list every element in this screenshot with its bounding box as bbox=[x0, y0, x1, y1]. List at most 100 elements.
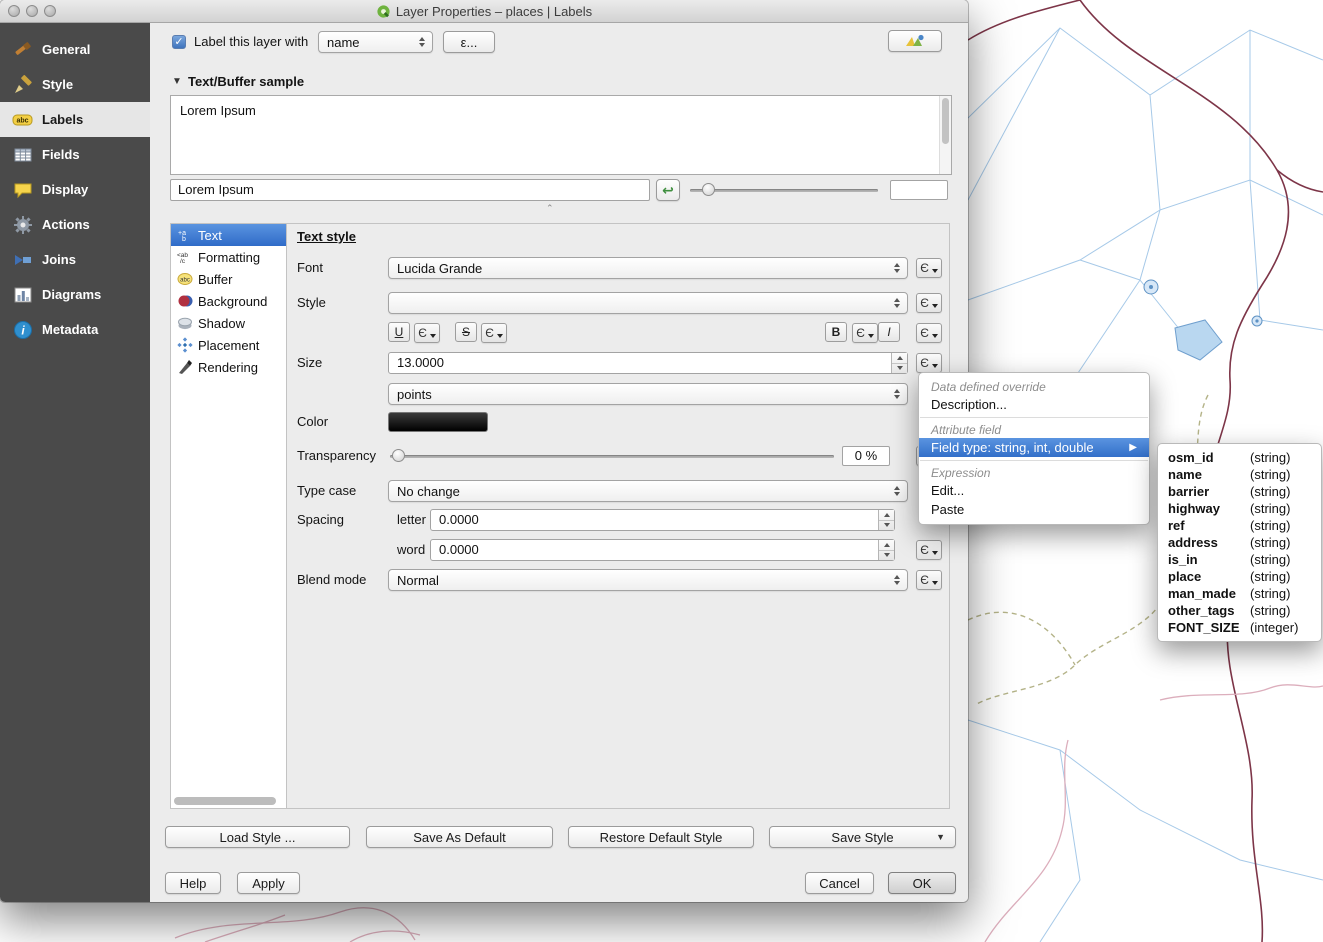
style-data-defined-button[interactable]: Є bbox=[916, 293, 942, 313]
cancel-button[interactable]: Cancel bbox=[805, 872, 874, 894]
underline-data-defined-button[interactable]: Є bbox=[414, 323, 440, 343]
title-bar[interactable]: Layer Properties – places | Labels bbox=[0, 0, 968, 23]
sidebar-item-joins[interactable]: Joins bbox=[0, 242, 150, 277]
type-case-value: No change bbox=[397, 484, 890, 499]
strikeout-button[interactable]: S bbox=[455, 322, 477, 342]
expression-button[interactable]: ε... bbox=[443, 31, 495, 53]
apply-button[interactable]: Apply bbox=[237, 872, 300, 894]
type-case-select[interactable]: No change bbox=[388, 480, 908, 502]
field-option-osm-id[interactable]: osm_id(string) bbox=[1158, 449, 1321, 466]
field-option-place[interactable]: place(string) bbox=[1158, 568, 1321, 585]
sidebar-item-labels[interactable]: abc Labels bbox=[0, 102, 150, 137]
sidebar-item-label: Style bbox=[42, 77, 73, 92]
splitter-handle-icon[interactable]: ⌃ bbox=[546, 203, 554, 214]
sample-scale-value[interactable] bbox=[890, 180, 948, 200]
menu-item-edit[interactable]: Edit... bbox=[919, 481, 1149, 500]
field-type: (string) bbox=[1250, 518, 1290, 533]
field-type: (string) bbox=[1250, 586, 1290, 601]
tab-text[interactable]: +ab Text bbox=[171, 224, 286, 246]
sidebar-item-fields[interactable]: Fields bbox=[0, 137, 150, 172]
underline-button[interactable]: U bbox=[388, 322, 410, 342]
sample-scale-slider[interactable] bbox=[690, 180, 878, 200]
style-select[interactable] bbox=[388, 292, 908, 314]
type-case-label: Type case bbox=[297, 480, 356, 502]
transparency-slider[interactable] bbox=[390, 446, 834, 466]
field-name: other_tags bbox=[1168, 603, 1250, 618]
ok-button[interactable]: OK bbox=[888, 872, 956, 894]
field-option-other-tags[interactable]: other_tags(string) bbox=[1158, 602, 1321, 619]
tab-shadow[interactable]: Shadow bbox=[171, 312, 286, 334]
size-unit-select[interactable]: points bbox=[388, 383, 908, 405]
restore-default-style-button[interactable]: Restore Default Style bbox=[568, 826, 754, 848]
italic-button[interactable]: I bbox=[878, 322, 900, 342]
tab-buffer[interactable]: abc Buffer bbox=[171, 268, 286, 290]
sidebar-item-general[interactable]: General bbox=[0, 32, 150, 67]
word-spacing-data-defined-button[interactable]: Є bbox=[916, 540, 942, 560]
blend-mode-value: Normal bbox=[397, 573, 890, 588]
field-name: is_in bbox=[1168, 552, 1250, 567]
preview-scrollbar-thumb[interactable] bbox=[942, 98, 949, 144]
size-data-defined-button[interactable]: Є bbox=[916, 353, 942, 373]
sample-text-input[interactable]: Lorem Ipsum bbox=[170, 179, 650, 201]
sidebar-item-metadata[interactable]: i Metadata bbox=[0, 312, 150, 347]
color-swatch-button[interactable] bbox=[388, 412, 488, 432]
spinner-arrows-icon[interactable] bbox=[878, 510, 894, 530]
strikeout-data-defined-button[interactable]: Є bbox=[481, 323, 507, 343]
font-value: Lucida Grande bbox=[397, 261, 890, 276]
bold-button[interactable]: B bbox=[825, 322, 847, 342]
field-option-font-size[interactable]: FONT_SIZE(integer) bbox=[1158, 619, 1321, 636]
style-icon bbox=[12, 74, 33, 95]
italic-data-defined-button[interactable]: Є bbox=[916, 323, 942, 343]
save-style-button[interactable]: Save Style ▼ bbox=[769, 826, 956, 848]
transparency-value[interactable]: 0 % bbox=[842, 446, 890, 466]
tab-background[interactable]: Background bbox=[171, 290, 286, 312]
spinner-arrows-icon[interactable] bbox=[878, 540, 894, 560]
label-layer-checkbox[interactable]: ✓ bbox=[172, 35, 186, 49]
field-type: (integer) bbox=[1250, 620, 1298, 635]
blend-mode-select[interactable]: Normal bbox=[388, 569, 908, 591]
tab-placement[interactable]: Placement bbox=[171, 334, 286, 356]
load-style-button[interactable]: Load Style ... bbox=[165, 826, 350, 848]
blend-mode-data-defined-button[interactable]: Є bbox=[916, 570, 942, 590]
sidebar-item-display[interactable]: Display bbox=[0, 172, 150, 207]
field-option-ref[interactable]: ref(string) bbox=[1158, 517, 1321, 534]
sidebar-item-actions[interactable]: Actions bbox=[0, 207, 150, 242]
font-data-defined-button[interactable]: Є bbox=[916, 258, 942, 278]
tab-formatting[interactable]: <ab/c Formatting bbox=[171, 246, 286, 268]
slider-thumb[interactable] bbox=[392, 449, 405, 462]
save-style-label: Save Style bbox=[831, 830, 893, 845]
data-defined-icon: Є bbox=[856, 326, 865, 340]
help-button[interactable]: Help bbox=[165, 872, 221, 894]
field-option-barrier[interactable]: barrier(string) bbox=[1158, 483, 1321, 500]
bold-data-defined-button[interactable]: Є bbox=[852, 323, 878, 343]
sidebar-item-label: Display bbox=[42, 182, 88, 197]
data-defined-icon: Є bbox=[920, 326, 929, 340]
ok-label: OK bbox=[913, 876, 932, 891]
field-option-address[interactable]: address(string) bbox=[1158, 534, 1321, 551]
sidebar-item-style[interactable]: Style bbox=[0, 67, 150, 102]
field-option-man-made[interactable]: man_made(string) bbox=[1158, 585, 1321, 602]
font-select[interactable]: Lucida Grande bbox=[388, 257, 908, 279]
placement-icon bbox=[176, 337, 193, 353]
menu-item-paste[interactable]: Paste bbox=[919, 500, 1149, 519]
size-spinner[interactable]: 13.0000 bbox=[388, 352, 908, 374]
tab-label: Shadow bbox=[198, 316, 245, 331]
slider-thumb[interactable] bbox=[702, 183, 715, 196]
letter-spacing-spinner[interactable]: 0.0000 bbox=[430, 509, 895, 531]
spinner-arrows-icon[interactable] bbox=[891, 353, 907, 373]
field-option-highway[interactable]: highway(string) bbox=[1158, 500, 1321, 517]
field-option-name[interactable]: name(string) bbox=[1158, 466, 1321, 483]
preview-scrollbar[interactable] bbox=[939, 96, 951, 174]
tab-rendering[interactable]: Rendering bbox=[171, 356, 286, 378]
disclosure-triangle-icon[interactable]: ▼ bbox=[172, 76, 182, 87]
auto-placement-settings-button[interactable] bbox=[888, 30, 942, 52]
field-option-is-in[interactable]: is_in(string) bbox=[1158, 551, 1321, 568]
word-spacing-spinner[interactable]: 0.0000 bbox=[430, 539, 895, 561]
save-as-default-button[interactable]: Save As Default bbox=[366, 826, 553, 848]
label-field-select[interactable]: name bbox=[318, 31, 433, 53]
sidebar-item-diagrams[interactable]: Diagrams bbox=[0, 277, 150, 312]
menu-item-field-type[interactable]: Field type: string, int, double ▶ bbox=[919, 438, 1149, 457]
reset-sample-button[interactable]: ↩ bbox=[656, 179, 680, 201]
menu-item-description[interactable]: Description... bbox=[919, 395, 1149, 414]
tablist-scrollbar-thumb[interactable] bbox=[174, 797, 276, 805]
